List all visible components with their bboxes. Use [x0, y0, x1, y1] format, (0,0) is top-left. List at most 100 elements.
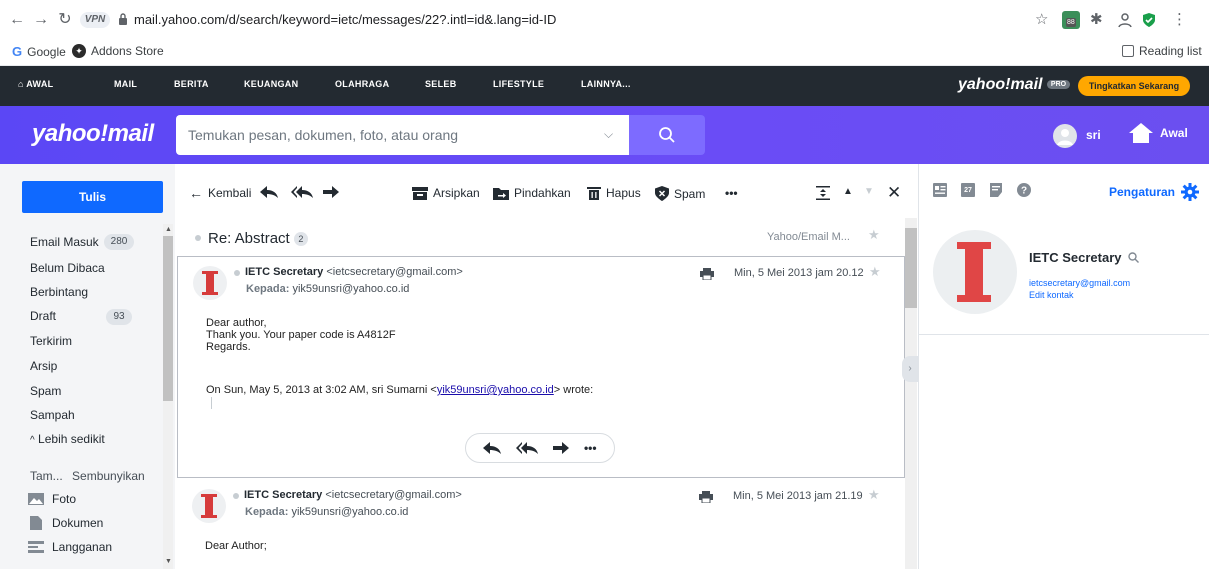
menu-kebab-icon[interactable]: ⋮: [1172, 9, 1187, 31]
sidebar-item-photos[interactable]: Foto: [28, 492, 76, 506]
sender-avatar[interactable]: [193, 266, 227, 300]
more-actions-button[interactable]: •••: [725, 186, 738, 200]
archive-button[interactable]: Arsipkan: [412, 186, 480, 200]
edit-contact-link[interactable]: Edit kontak: [1029, 290, 1074, 300]
yahoo-mail-logo[interactable]: yahoo!mail: [32, 120, 154, 148]
nav-berita[interactable]: BERITA: [174, 79, 209, 89]
star-icon[interactable]: ★: [868, 227, 880, 243]
bookmark-label: Google: [27, 44, 66, 59]
sidebar-item-spam[interactable]: Spam: [30, 384, 61, 398]
move-button[interactable]: Pindahkan: [493, 186, 571, 200]
nav-lifestyle[interactable]: LIFESTYLE: [493, 79, 544, 89]
star-icon[interactable]: ★: [869, 264, 881, 280]
reply-icon[interactable]: [483, 442, 502, 454]
document-icon: [30, 516, 42, 530]
unread-dot-icon[interactable]: [195, 235, 201, 241]
sidebar-item-sent[interactable]: Terkirim: [30, 334, 72, 348]
print-icon[interactable]: [699, 491, 713, 503]
quote-email-link[interactable]: yik59unsri@yahoo.co.id: [437, 384, 554, 396]
show-less-link[interactable]: ^ Lebih sedikit: [30, 432, 105, 446]
contacts-card-icon[interactable]: [933, 183, 947, 197]
address-bar[interactable]: mail.yahoo.com/d/search/keyword=ietc/mes…: [134, 12, 556, 27]
reply-button[interactable]: [260, 186, 278, 198]
avatar[interactable]: [1053, 124, 1077, 148]
recipient-email[interactable]: yik59unsri@yahoo.co.id: [291, 506, 408, 518]
back-button[interactable]: ← Kembali: [189, 186, 251, 200]
message-scrollbar-thumb[interactable]: [905, 228, 917, 308]
delete-button[interactable]: Hapus: [587, 186, 641, 200]
expand-collapse-button[interactable]: [816, 186, 830, 200]
search-button[interactable]: [629, 115, 705, 155]
notepad-icon[interactable]: [989, 183, 1003, 197]
sender-name[interactable]: IETC Secretary: [244, 489, 322, 501]
upgrade-button[interactable]: Tingkatkan Sekarang: [1078, 76, 1190, 96]
shield-icon[interactable]: [1142, 9, 1156, 31]
home-icon: ⌂: [18, 79, 24, 89]
back-arrow-icon[interactable]: ←: [6, 9, 28, 31]
sidebar-item-archive[interactable]: Arsip: [30, 359, 57, 373]
sidebar-item-starred[interactable]: Berbintang: [30, 285, 88, 299]
print-icon[interactable]: [700, 268, 714, 280]
vpn-badge[interactable]: VPN: [80, 12, 110, 28]
spam-label: Spam: [674, 186, 706, 201]
nav-olahraga[interactable]: OLAHRAGA: [335, 79, 389, 89]
sender-name[interactable]: IETC Secretary: [245, 266, 323, 278]
scroll-down-arrow-icon[interactable]: ▼: [165, 558, 172, 565]
sidebar-item-inbox[interactable]: Email Masuk: [30, 235, 99, 249]
nav-lainnya[interactable]: LAINNYA...: [581, 79, 631, 89]
sender-line: IETC Secretary <ietcsecretary@gmail.com>: [244, 489, 462, 501]
star-icon[interactable]: ★: [868, 487, 880, 503]
help-icon[interactable]: ?: [1017, 183, 1031, 197]
extension-icon[interactable]: 88: [1062, 11, 1080, 33]
nav-mail[interactable]: MAIL: [114, 79, 137, 89]
forward-button[interactable]: [323, 186, 339, 198]
folder-tag[interactable]: Yahoo/Email M...: [767, 231, 850, 243]
sidebar-item-documents[interactable]: Dokumen: [28, 516, 103, 530]
forward-icon[interactable]: [553, 442, 570, 454]
calendar-icon[interactable]: 27: [961, 183, 975, 197]
sender-avatar[interactable]: [192, 489, 226, 523]
sidebar-item-unread[interactable]: Belum Dibaca: [30, 261, 105, 275]
collapse-panel-handle[interactable]: ›: [902, 356, 918, 382]
more-icon[interactable]: •••: [584, 441, 597, 455]
archive-icon: [412, 186, 428, 200]
search-icon[interactable]: [1127, 252, 1139, 263]
user-name[interactable]: sri: [1086, 128, 1101, 142]
previous-message-button[interactable]: ▲: [843, 186, 853, 197]
sidebar-scrollbar-thumb[interactable]: [163, 236, 173, 401]
reading-list[interactable]: Reading list: [1122, 44, 1202, 58]
compose-button[interactable]: Tulis: [22, 181, 163, 213]
close-button[interactable]: ✕: [887, 183, 901, 203]
contact-email-link[interactable]: ietcsecretary@gmail.com: [1029, 278, 1130, 288]
forward-arrow-icon[interactable]: →: [30, 9, 52, 31]
recipient-email[interactable]: yik59unsri@yahoo.co.id: [292, 283, 409, 295]
scroll-up-arrow-icon[interactable]: ▲: [165, 226, 172, 233]
sidebar-item-drafts[interactable]: Draft: [30, 309, 56, 323]
unread-dot-icon[interactable]: [234, 270, 240, 276]
unread-dot-icon[interactable]: [233, 493, 239, 499]
chevron-down-icon[interactable]: ⌵: [604, 127, 613, 142]
nav-awal[interactable]: ⌂ AWAL: [18, 79, 53, 89]
home-link[interactable]: Awal: [1128, 122, 1188, 144]
delete-label: Hapus: [606, 186, 641, 200]
profile-icon[interactable]: [1117, 9, 1133, 31]
reload-icon[interactable]: ↻: [54, 9, 76, 31]
nav-keuangan[interactable]: KEUANGAN: [244, 79, 298, 89]
google-icon: G: [12, 44, 23, 59]
bookmark-addons-store[interactable]: ✦ Addons Store: [72, 44, 164, 58]
puzzle-icon[interactable]: ✱: [1090, 9, 1103, 31]
bookmark-google[interactable]: G Google: [12, 44, 66, 59]
settings-button[interactable]: Pengaturan: [1109, 183, 1200, 201]
sidebar-item-subscriptions[interactable]: Langganan: [28, 540, 112, 554]
spam-button[interactable]: Spam: [655, 186, 705, 201]
reply-all-button[interactable]: [291, 186, 313, 198]
yahoo-mail-pro-logo[interactable]: yahoo!mail PRO: [958, 76, 1071, 94]
forward-icon: [323, 186, 339, 198]
hide-views-link[interactable]: Sembunyikan: [72, 469, 145, 483]
bookmark-star-icon[interactable]: ☆: [1035, 9, 1048, 31]
sidebar-item-trash[interactable]: Sampah: [30, 408, 75, 422]
reply-all-icon[interactable]: [516, 442, 539, 454]
nav-seleb[interactable]: SELEB: [425, 79, 457, 89]
next-message-button[interactable]: ▼: [864, 186, 874, 197]
search-input[interactable]: [176, 115, 576, 155]
